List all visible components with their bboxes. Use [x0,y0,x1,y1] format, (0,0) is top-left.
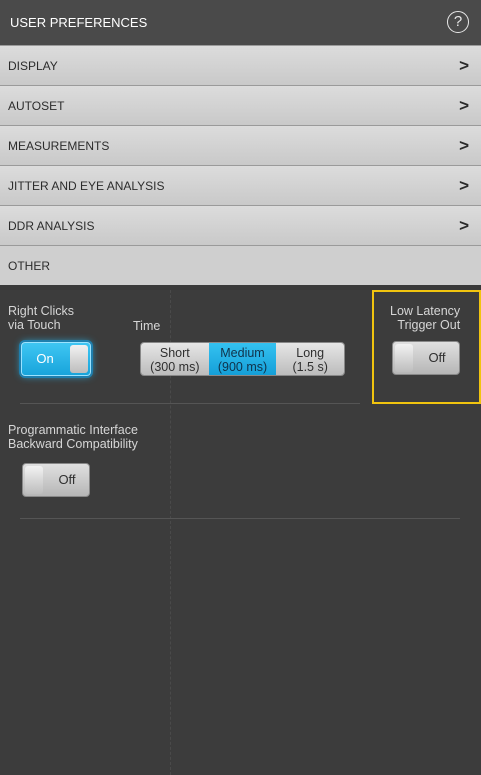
section-list: DISPLAY > AUTOSET > MEASUREMENTS > JITTE… [0,45,481,285]
section-autoset[interactable]: AUTOSET > [0,85,481,125]
programmatic-toggle[interactable]: Off [22,463,90,497]
chevron-right-icon: > [459,136,469,155]
section-display[interactable]: DISPLAY > [0,45,481,85]
section-label: AUTOSET [8,98,65,113]
section-label: DDR ANALYSIS [8,218,95,233]
section-other[interactable]: OTHER [0,245,481,285]
user-preferences-panel: USER PREFERENCES ? DISPLAY > AUTOSET > M… [0,0,481,775]
time-label: Time [133,319,161,333]
section-jitter-and-eye-analysis[interactable]: JITTER AND EYE ANALYSIS > [0,165,481,205]
highlight-box [372,290,481,404]
section-label: OTHER [8,258,50,273]
section-divider [20,518,460,519]
right-clicks-label-line1: Right Clicks [8,304,74,318]
time-segmented-control[interactable]: Short (300 ms) Medium (900 ms) Long (1.5… [140,342,345,376]
section-divider [20,403,360,404]
right-clicks-toggle-value: On [36,351,54,366]
chevron-right-icon: > [459,176,469,195]
toggle-knob[interactable] [25,466,43,494]
section-label: DISPLAY [8,58,58,73]
right-clicks-label-line2: via Touch [8,318,61,332]
time-option-long-line1: Long [296,346,325,360]
programmatic-toggle-value: Off [58,472,76,487]
time-option-medium-line1: Medium [220,346,265,360]
chevron-right-icon: > [459,56,469,75]
time-option-long-line2: (1.5 s) [292,360,328,374]
programmatic-label-line1: Programmatic Interface [8,423,138,437]
help-icon[interactable]: ? [447,11,469,33]
time-option-long[interactable]: Long (1.5 s) [276,343,344,375]
programmatic-label: Programmatic Interface Backward Compatib… [8,423,138,451]
programmatic-label-line2: Backward Compatibility [8,437,138,451]
section-label: MEASUREMENTS [8,138,110,153]
chevron-right-icon: > [459,96,469,115]
time-option-short-line1: Short [159,346,190,360]
toggle-knob[interactable] [70,345,88,373]
time-option-medium-line2: (900 ms) [217,360,268,374]
section-ddr-analysis[interactable]: DDR ANALYSIS > [0,205,481,245]
right-clicks-label: Right Clicks via Touch [8,304,74,332]
chevron-right-icon: > [459,216,469,235]
time-option-short-line2: (300 ms) [150,360,200,374]
section-label: JITTER AND EYE ANALYSIS [8,178,165,193]
time-option-medium[interactable]: Medium (900 ms) [208,343,277,375]
right-clicks-toggle[interactable]: On [21,342,91,376]
section-measurements[interactable]: MEASUREMENTS > [0,125,481,165]
panel-title: USER PREFERENCES [10,15,148,30]
title-bar: USER PREFERENCES ? [0,0,481,45]
time-option-short[interactable]: Short (300 ms) [141,343,209,375]
